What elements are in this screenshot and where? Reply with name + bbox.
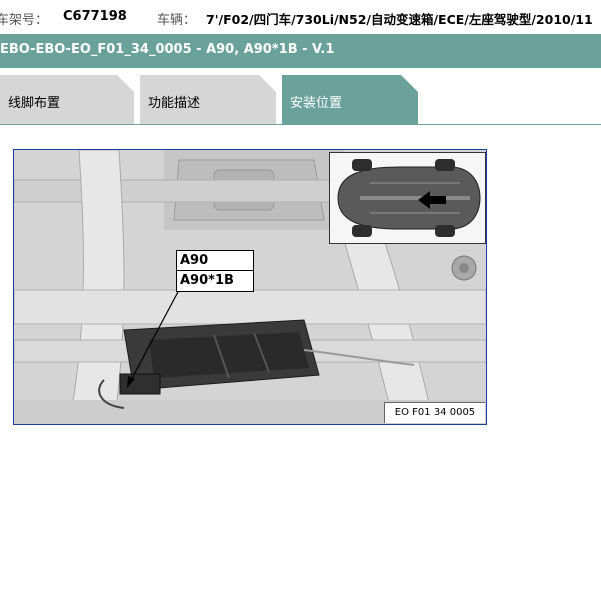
tab-label: 线脚布置 (8, 96, 61, 111)
component-callout: A90 A90*1B (176, 250, 254, 292)
car-topview-icon (330, 153, 485, 243)
tab-strip: 线脚布置 功能描述 安装位置 (0, 68, 601, 125)
installation-figure: A90 A90*1B EO F01 34 0005 (13, 149, 487, 425)
vin-value: C677198 (63, 9, 127, 24)
document-title-bar: EBO-EBO-EO_F01_34_0005 - A90, A90*1B - V… (0, 34, 601, 68)
document-title: EBO-EBO-EO_F01_34_0005 - A90, A90*1B - V… (0, 42, 335, 57)
tab-function-description[interactable]: 功能描述 (140, 75, 276, 124)
tab-label: 安装位置 (290, 96, 343, 111)
figure-caption: EO F01 34 0005 (384, 402, 485, 423)
vin-label: 车架号： (0, 13, 49, 28)
vehicle-value: 7'/F02/四门车/730Li/N52/自动变速箱/ECE/左座驾驶型/201… (206, 12, 593, 27)
vehicle-info-bar: 车架号： C677198 车辆： 7'/F02/四门车/730Li/N52/自动… (0, 0, 601, 34)
tab-pin-assignment[interactable]: 线脚布置 (0, 75, 134, 124)
tab-label: 功能描述 (148, 96, 201, 111)
tab-installation-location[interactable]: 安装位置 (282, 75, 418, 124)
vehicle-label: 车辆： (157, 13, 197, 28)
callout-label-a90: A90 (180, 253, 209, 268)
callout-label-a90-1b: A90*1B (177, 270, 253, 290)
vehicle-locator-inset (329, 152, 486, 244)
